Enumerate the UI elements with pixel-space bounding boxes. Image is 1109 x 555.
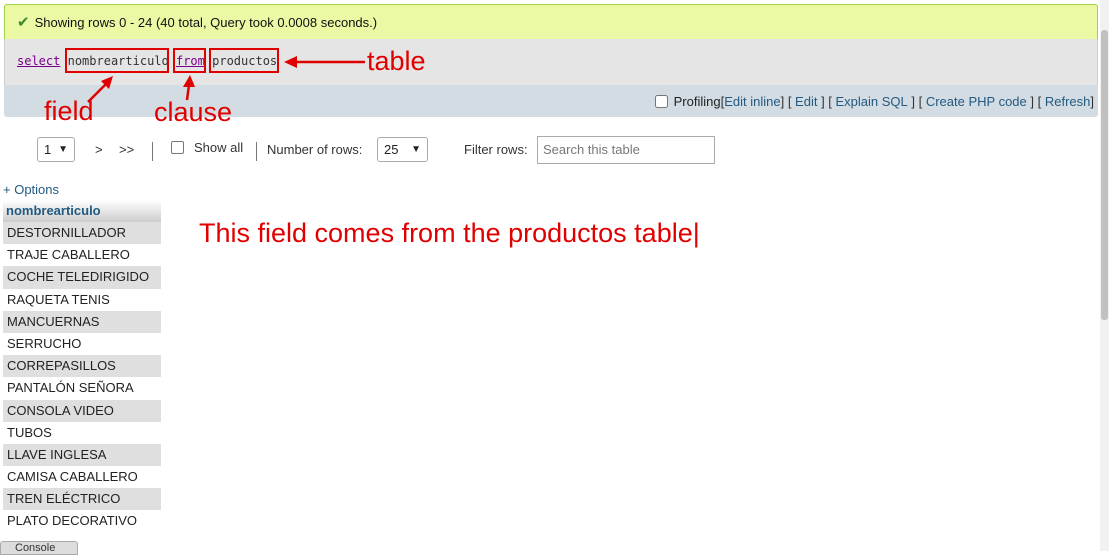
- clause-arrow-head: [183, 75, 195, 87]
- table-annotation: table: [367, 46, 426, 76]
- table-arrow-head: [284, 56, 297, 68]
- scrollbar-thumb[interactable]: [1101, 30, 1108, 320]
- clause-annotation: clause: [154, 97, 233, 127]
- annotation-arrows: [87, 56, 365, 103]
- annotation-note: This field comes from the productos tabl…: [199, 218, 700, 248]
- page-scrollbar[interactable]: [1100, 0, 1109, 551]
- field-annotation: field: [44, 96, 94, 126]
